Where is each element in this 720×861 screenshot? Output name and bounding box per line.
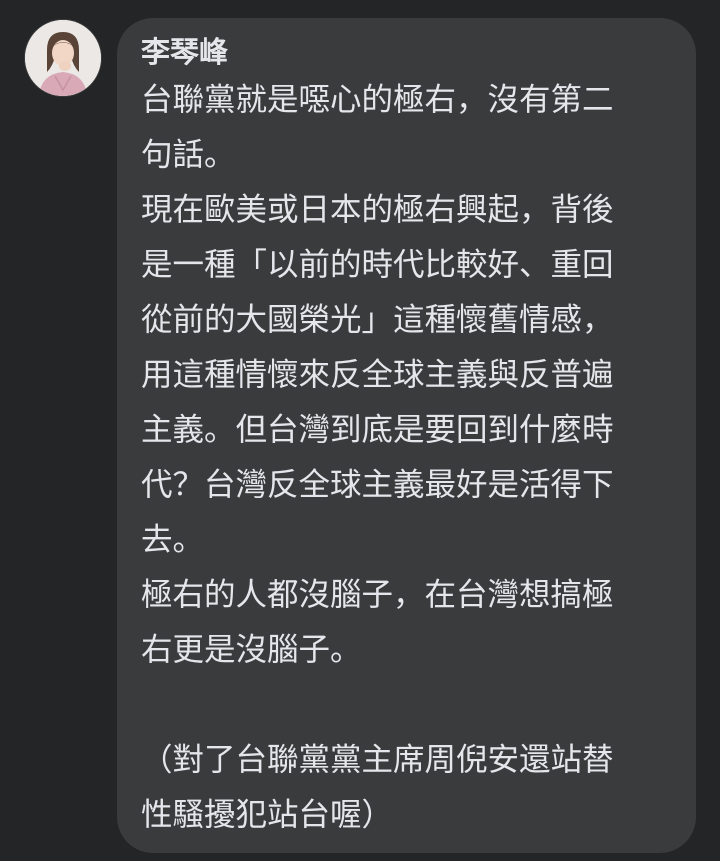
comment-line: 代？台灣反全球主義最好是活得下	[141, 467, 614, 503]
comment-line: 是一種「以前的時代比較好、重回	[141, 247, 614, 283]
comment-author-name[interactable]: 李琴峰	[141, 34, 672, 70]
comment-text: 台聯黨就是噁心的極右，沒有第二 句話。 現在歐美或日本的極右興起，背後 是一種「…	[141, 73, 672, 843]
comment-line: 句話。	[141, 137, 236, 173]
comment-line: 右更是沒腦子。	[141, 632, 362, 668]
comment-line: 用這種情懷來反全球主義與反普遍	[141, 357, 614, 393]
comment-bubble: 李琴峰 台聯黨就是噁心的極右，沒有第二 句話。 現在歐美或日本的極右興起，背後 …	[117, 18, 696, 853]
comment-line: 現在歐美或日本的極右興起，背後	[141, 192, 614, 228]
comment-line: 極右的人都沒腦子，在台灣想搞極	[141, 577, 614, 613]
comment-line: 台聯黨就是噁心的極右，沒有第二	[141, 82, 614, 118]
comment-line: 去。	[141, 522, 205, 558]
avatar[interactable]	[25, 20, 101, 96]
comment-blank-line	[141, 678, 672, 733]
comment-line: （對了台聯黨黨主席周倪安還站替	[141, 742, 614, 778]
comment-row: 李琴峰 台聯黨就是噁心的極右，沒有第二 句話。 現在歐美或日本的極右興起，背後 …	[0, 0, 720, 861]
comment-line: 性騷擾犯站台喔）	[141, 797, 394, 833]
comment-line: 從前的大國榮光」這種懷舊情感，	[141, 302, 614, 338]
profile-photo	[25, 20, 101, 96]
comment-line: 主義。但台灣到底是要回到什麼時	[141, 412, 614, 448]
